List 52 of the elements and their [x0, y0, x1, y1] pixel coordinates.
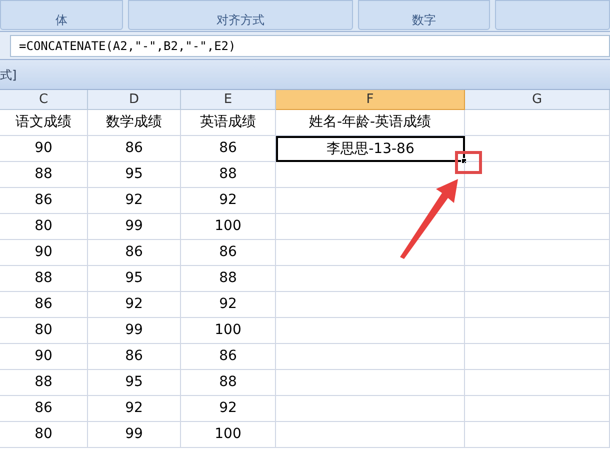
cell-text: 88 — [34, 165, 52, 184]
cell-text: 86 — [125, 139, 143, 158]
cell-text: 95 — [125, 165, 143, 184]
cell-text: 86 — [34, 295, 52, 314]
cell-text: 100 — [214, 425, 242, 444]
cell-text: 86 — [219, 243, 237, 262]
cell-text: 86 — [34, 399, 52, 418]
cell-text: 88 — [34, 373, 52, 392]
formula-field[interactable]: =CONCATENATE(A2,"-",B2,"-",E2) — [10, 34, 610, 56]
cell-text: 95 — [125, 373, 143, 392]
cell-text: 92 — [125, 295, 143, 314]
column-header[interactable]: C — [0, 90, 88, 110]
cell-text: 90 — [34, 243, 52, 262]
window-title: 式] — [0, 66, 17, 84]
cell-text: 99 — [125, 217, 143, 236]
cell-text: 92 — [125, 191, 143, 210]
ribbon-group-label: 数字 — [412, 14, 436, 26]
cell-text: 语文成绩 — [16, 113, 72, 132]
highlight-box — [455, 151, 482, 174]
cell-text: 姓名-年龄-英语成绩 — [308, 113, 432, 132]
cell-text: 100 — [214, 217, 242, 236]
ribbon-group-label: 对齐方式 — [216, 14, 264, 26]
cell-text: 95 — [125, 269, 143, 288]
cell-text: 90 — [34, 139, 52, 158]
cell-text: 数学成绩 — [106, 113, 162, 132]
ribbon-group-label: 体 — [56, 14, 68, 26]
column-header[interactable]: D — [88, 90, 181, 110]
cell-text: 92 — [125, 399, 143, 418]
cell-text: 李思思-13-86 — [326, 140, 414, 158]
cell-text: 88 — [219, 373, 237, 392]
cell-text: 99 — [125, 321, 143, 340]
cell-text: 90 — [34, 347, 52, 366]
cell-text: 86 — [219, 139, 237, 158]
cell-text: 86 — [125, 243, 143, 262]
column-header[interactable]: G — [465, 90, 610, 110]
cell-text: 88 — [219, 269, 237, 288]
column-header[interactable]: F — [276, 90, 465, 110]
cell-text: 92 — [219, 191, 237, 210]
cell-text: 92 — [219, 295, 237, 314]
cell-text: 86 — [125, 347, 143, 366]
cell-text: 英语成绩 — [200, 113, 256, 132]
column-header[interactable]: E — [181, 90, 276, 110]
cell-text: 86 — [219, 347, 237, 366]
cell-text: 86 — [34, 191, 52, 210]
cell-text: 80 — [34, 217, 52, 236]
cell-text: 100 — [214, 321, 242, 340]
cell-text: 92 — [219, 399, 237, 418]
cell-text: 80 — [34, 425, 52, 444]
cell-text: 99 — [125, 425, 143, 444]
cell-text: 88 — [219, 165, 237, 184]
cell-text: 88 — [34, 269, 52, 288]
cell-text: 80 — [34, 321, 52, 340]
